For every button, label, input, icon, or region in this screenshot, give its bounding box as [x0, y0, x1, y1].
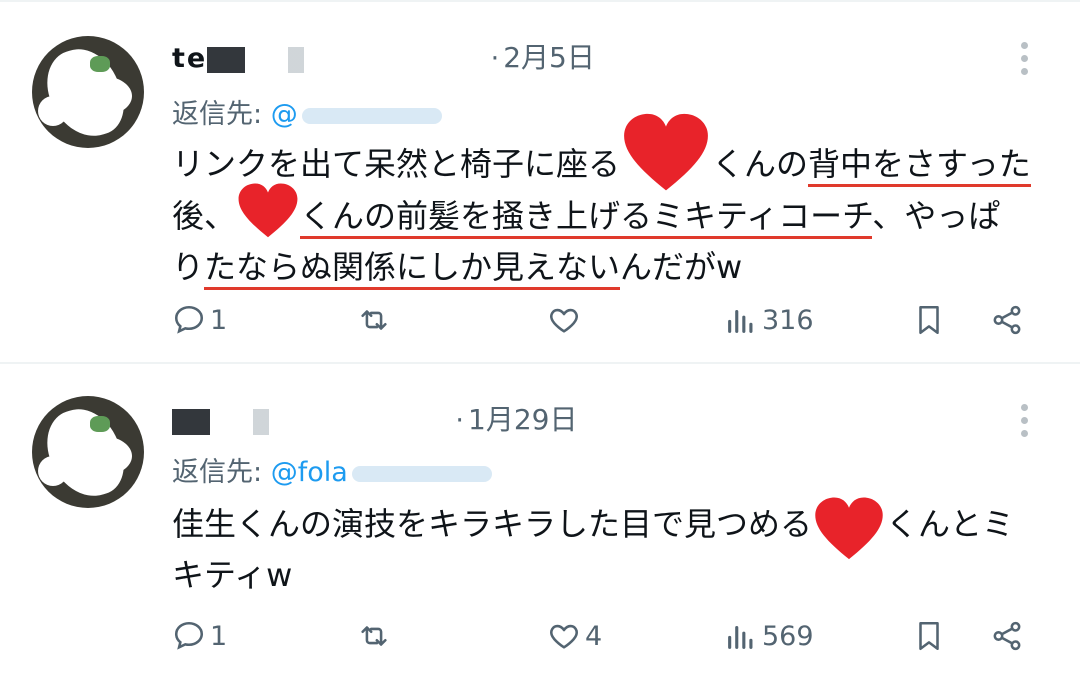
text-line: 後、 くんの前髪を掻き上げるミキティコーチ、やっぱ: [172, 183, 1052, 244]
action-bar: 1 316: [172, 298, 1032, 342]
reply-prefix: 返信先:: [172, 99, 263, 130]
reply-icon: [174, 621, 204, 650]
reply-to: 返信先: @: [172, 92, 442, 131]
underlined-text: たならぬ関係にしか見えない: [204, 248, 621, 290]
repost-icon: [361, 310, 387, 330]
like-button[interactable]: 4: [547, 614, 602, 658]
bookmark-button[interactable]: [912, 298, 946, 342]
share-button[interactable]: [990, 614, 1024, 658]
views-button[interactable]: 316: [724, 298, 814, 342]
action-bar: 1 4 569: [172, 614, 1032, 658]
bookmark-button[interactable]: [912, 614, 946, 658]
underlined-text: 背中をさすった: [808, 145, 1031, 187]
repost-button[interactable]: [357, 298, 395, 342]
underlined-text: くんの前髪を掻き上げるミキティコーチ: [300, 197, 873, 239]
like-button[interactable]: [547, 298, 585, 342]
text-line: りたならぬ関係にしか見えないんだがw: [172, 244, 1052, 290]
like-count: 4: [585, 620, 603, 652]
post-1[interactable]: te ·2月5日 返信先: @ リンクを出て呆然と椅子に座る くんの背中をさすった…: [0, 0, 1080, 360]
redacted-name: [172, 408, 442, 435]
more-icon[interactable]: [1016, 404, 1032, 442]
red-heart-sticker: [620, 113, 712, 192]
post-date[interactable]: 1月29日: [468, 403, 577, 436]
bookmark-icon: [919, 621, 939, 651]
reply-prefix: 返信先:: [172, 457, 263, 488]
separator: ·: [490, 43, 502, 74]
view-count: 569: [762, 620, 814, 652]
reply-icon: [174, 305, 204, 334]
redacted-name: [207, 46, 478, 73]
share-icon: [993, 621, 1021, 651]
reply-count: 1: [210, 304, 228, 336]
reply-count: 1: [210, 620, 228, 652]
views-button[interactable]: 569: [724, 614, 814, 658]
text-line: 佳生くんの演技をキラキラした目で見つめる くんとミ: [172, 497, 1052, 560]
repost-button[interactable]: [357, 614, 395, 658]
author-name[interactable]: ·1月29日: [172, 398, 577, 438]
repost-icon: [361, 626, 387, 646]
red-heart-sticker: [812, 497, 886, 560]
post-text: リンクを出て呆然と椅子に座る くんの背中をさすった 後、 くんの前髪を掻き上げるミキ…: [172, 113, 1052, 290]
post-text: 佳生くんの演技をキラキラした目で見つめる くんとミ キティw: [172, 497, 1052, 598]
heart-icon: [550, 624, 578, 649]
reply-handle[interactable]: @: [271, 99, 298, 130]
post-2[interactable]: ·1月29日 返信先: @fola 佳生くんの演技をキラキラした目で見つめる くん…: [0, 364, 1080, 681]
reply-button[interactable]: 1: [172, 298, 227, 342]
post-date[interactable]: 2月5日: [503, 41, 595, 74]
reply-button[interactable]: 1: [172, 614, 227, 658]
reply-handle[interactable]: @fola: [271, 457, 348, 488]
text-line: リンクを出て呆然と椅子に座る くんの背中をさすった: [172, 113, 1052, 192]
views-icon: [728, 309, 753, 333]
reply-to: 返信先: @fola: [172, 450, 492, 489]
views-icon: [728, 625, 753, 649]
redacted-handle: [301, 107, 442, 124]
text-line: キティw: [172, 556, 293, 594]
author-name[interactable]: te ·2月5日: [172, 36, 595, 76]
avatar[interactable]: [32, 36, 144, 148]
redacted-handle: [351, 465, 492, 482]
bookmark-icon: [919, 305, 939, 335]
avatar[interactable]: [32, 396, 144, 508]
red-heart-sticker: [236, 183, 300, 244]
separator: ·: [455, 405, 466, 436]
view-count: 316: [762, 304, 814, 336]
share-icon: [993, 305, 1021, 335]
more-icon[interactable]: [1016, 42, 1032, 80]
share-button[interactable]: [990, 298, 1024, 342]
heart-icon: [550, 308, 578, 333]
